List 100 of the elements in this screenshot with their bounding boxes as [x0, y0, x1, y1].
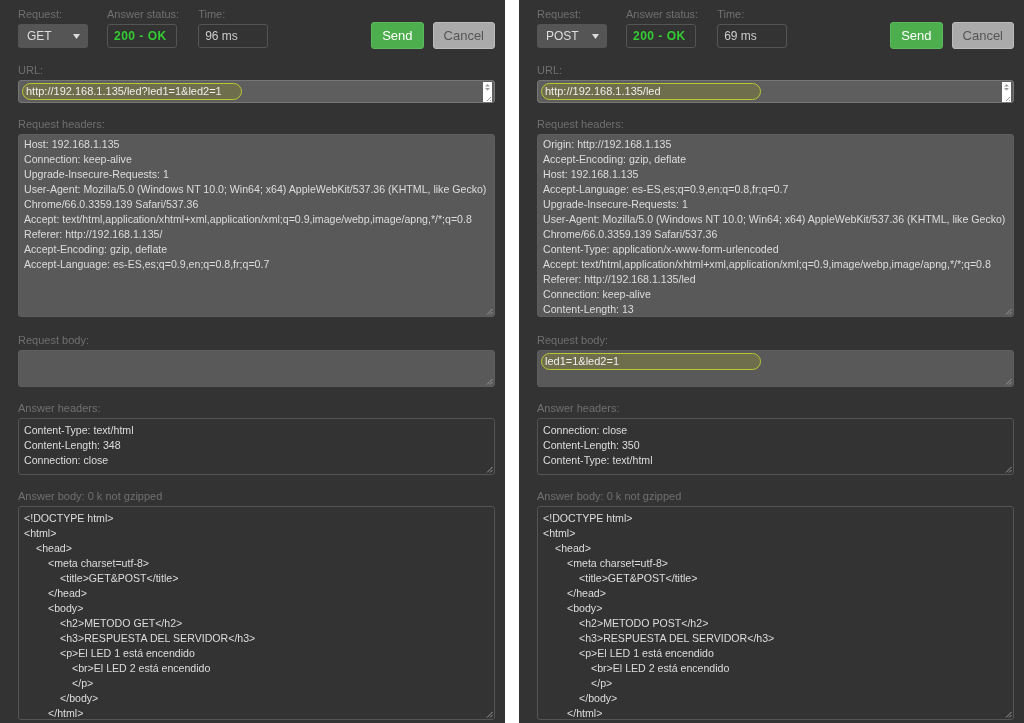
code-line: </html>: [47, 706, 84, 721]
highlighted-text: http://192.168.1.135/led: [541, 83, 761, 100]
status-field: 200 - OK: [107, 24, 177, 48]
code-line: <head>: [35, 541, 72, 556]
field-label: Time:: [717, 8, 746, 20]
answer-headers-field[interactable]: Content-Type: text/html Content-Length: 348 Connection: close: [18, 418, 495, 475]
send-button[interactable]: Send: [371, 22, 424, 49]
time-field: 96 ms: [198, 24, 269, 48]
code-line: <html>: [543, 526, 576, 541]
header-line: Connection: keep-alive: [543, 287, 651, 302]
code-line: <html>: [24, 526, 57, 541]
header-line: Accept: text/html,application/xhtml+xml,application/xml;q=0.9,image/webp,image/apng,*/*;q=0.8: [543, 257, 991, 272]
status-field: 200 - OK: [626, 24, 696, 48]
field-label: URL:: [537, 64, 564, 76]
code-line: <p>El LED 1 está encendido: [578, 646, 714, 661]
field-label: Request body:: [18, 334, 90, 346]
time-field: 69 ms: [717, 24, 788, 48]
field-label: Request body:: [537, 334, 609, 346]
header-line: Upgrade-Insecure-Requests: 1: [24, 167, 169, 182]
field-label: Answer headers:: [537, 402, 621, 414]
header-line: Accept-Language: es-ES,es;q=0.9,en;q=0.8,fr;q=0.7: [543, 182, 789, 197]
code-line: <br>El LED 2 está encendido: [71, 661, 211, 676]
header-line: Upgrade-Insecure-Requests: 1: [543, 197, 688, 212]
resize-grip-icon[interactable]: [486, 711, 493, 718]
header-line: Accept-Language: es-ES,es;q=0.9,en;q=0.8,fr;q=0.7: [24, 257, 270, 272]
resize-grip-icon[interactable]: [486, 308, 493, 315]
header-line: User-Agent: Mozilla/5.0 (Windows NT 10.0; Win64; x64) AppleWebKit/537.36 (KHTML, like Gecko): [543, 212, 1006, 227]
cancel-button[interactable]: Cancel: [432, 22, 495, 49]
field-label: Answer headers:: [18, 402, 102, 414]
answer-body-field[interactable]: [18, 506, 495, 720]
field-label: Time:: [198, 8, 227, 20]
header-line: Chrome/66.0.3359.139 Safari/537.36: [543, 227, 718, 242]
field-label: Answer status:: [107, 8, 180, 20]
code-line: </body>: [578, 691, 618, 706]
code-line: <meta charset=utf-8>: [566, 556, 668, 571]
code-line: <h2>METODO POST</h2>: [578, 616, 709, 631]
code-line: <h2>METODO GET</h2>: [59, 616, 183, 631]
field-label: Request headers:: [18, 118, 106, 130]
request-headers-field[interactable]: [18, 134, 495, 317]
method-select[interactable]: POST: [537, 24, 607, 48]
code-line: </html>: [566, 706, 603, 721]
send-button[interactable]: Send: [890, 22, 943, 49]
header-line: Referer: http://192.168.1.135/led: [543, 272, 696, 287]
code-line: <!DOCTYPE html>: [543, 511, 633, 526]
code-line: <br>El LED 2 está encendido: [590, 661, 730, 676]
field-label: URL:: [18, 64, 45, 76]
code-line: <head>: [554, 541, 591, 556]
header-line: Connection: close: [543, 423, 628, 438]
field-label: Request:: [537, 8, 583, 20]
header-line: Connection: close: [24, 453, 109, 468]
code-line: </p>: [71, 676, 94, 691]
header-line: Content-Length: 350: [543, 438, 640, 453]
code-line: <meta charset=utf-8>: [47, 556, 149, 571]
code-line: <body>: [566, 601, 603, 616]
header-line: Accept: text/html,application/xhtml+xml,application/xml;q=0.9,image/webp,image/apng,*/*;q=0.8: [24, 212, 472, 227]
code-line: <p>El LED 1 está encendido: [59, 646, 195, 661]
spin-arrows-icon[interactable]: [483, 82, 492, 102]
header-line: Host: 192.168.1.135: [24, 137, 120, 152]
code-line: </p>: [590, 676, 613, 691]
request-headers-field[interactable]: [537, 134, 1014, 317]
code-line: </body>: [59, 691, 99, 706]
field-label: Answer status:: [626, 8, 699, 20]
method-select[interactable]: GET: [18, 24, 88, 48]
answer-headers-field[interactable]: Connection: close Content-Length: 350 Content-Type: text/html: [537, 418, 1014, 475]
code-line: <title>GET&POST</title>: [59, 571, 179, 586]
header-line: Connection: keep-alive: [24, 152, 132, 167]
resize-grip-icon[interactable]: [1005, 466, 1012, 473]
resize-grip-icon[interactable]: [1005, 378, 1012, 385]
resize-grip-icon[interactable]: [486, 466, 493, 473]
cancel-button[interactable]: Cancel: [951, 22, 1014, 49]
field-label: Request:: [18, 8, 64, 20]
header-line: Content-Type: application/x-www-form-urlencoded: [543, 242, 779, 257]
highlighted-text: http://192.168.1.135/led?led1=1&led2=1: [22, 83, 242, 100]
code-line: <h3>RESPUESTA DEL SERVIDOR</h3>: [578, 631, 775, 646]
request-body-field[interactable]: led1=1&led2=1: [537, 350, 1014, 387]
request-body-field[interactable]: [18, 350, 495, 387]
url-field[interactable]: http://192.168.1.135/led: [537, 80, 1014, 103]
header-line: Content-Length: 13: [543, 302, 634, 317]
highlighted-text: led1=1&led2=1: [541, 353, 761, 370]
header-line: Content-Type: text/html: [24, 423, 134, 438]
answer-body-field[interactable]: [537, 506, 1014, 720]
caret-icon: [592, 33, 599, 39]
header-line: Content-Type: text/html: [543, 453, 653, 468]
header-line: Referer: http://192.168.1.135/: [24, 227, 163, 242]
url-field[interactable]: http://192.168.1.135/led?led1=1&led2=1: [18, 80, 495, 103]
code-line: </head>: [566, 586, 606, 601]
resize-grip-icon[interactable]: [1005, 711, 1012, 718]
resize-grip-icon[interactable]: [1005, 308, 1012, 315]
code-line: <!DOCTYPE html>: [24, 511, 114, 526]
header-line: Host: 192.168.1.135: [543, 167, 639, 182]
code-line: <h3>RESPUESTA DEL SERVIDOR</h3>: [59, 631, 256, 646]
spin-arrows-icon[interactable]: [1002, 82, 1011, 102]
header-line: Chrome/66.0.3359.139 Safari/537.36: [24, 197, 199, 212]
code-line: <title>GET&POST</title>: [578, 571, 698, 586]
header-line: Accept-Encoding: gzip, deflate: [24, 242, 168, 257]
header-line: Origin: http://192.168.1.135: [543, 137, 672, 152]
resize-grip-icon[interactable]: [486, 378, 493, 385]
code-line: <body>: [47, 601, 84, 616]
caret-icon: [73, 33, 80, 39]
header-line: Content-Length: 348: [24, 438, 121, 453]
